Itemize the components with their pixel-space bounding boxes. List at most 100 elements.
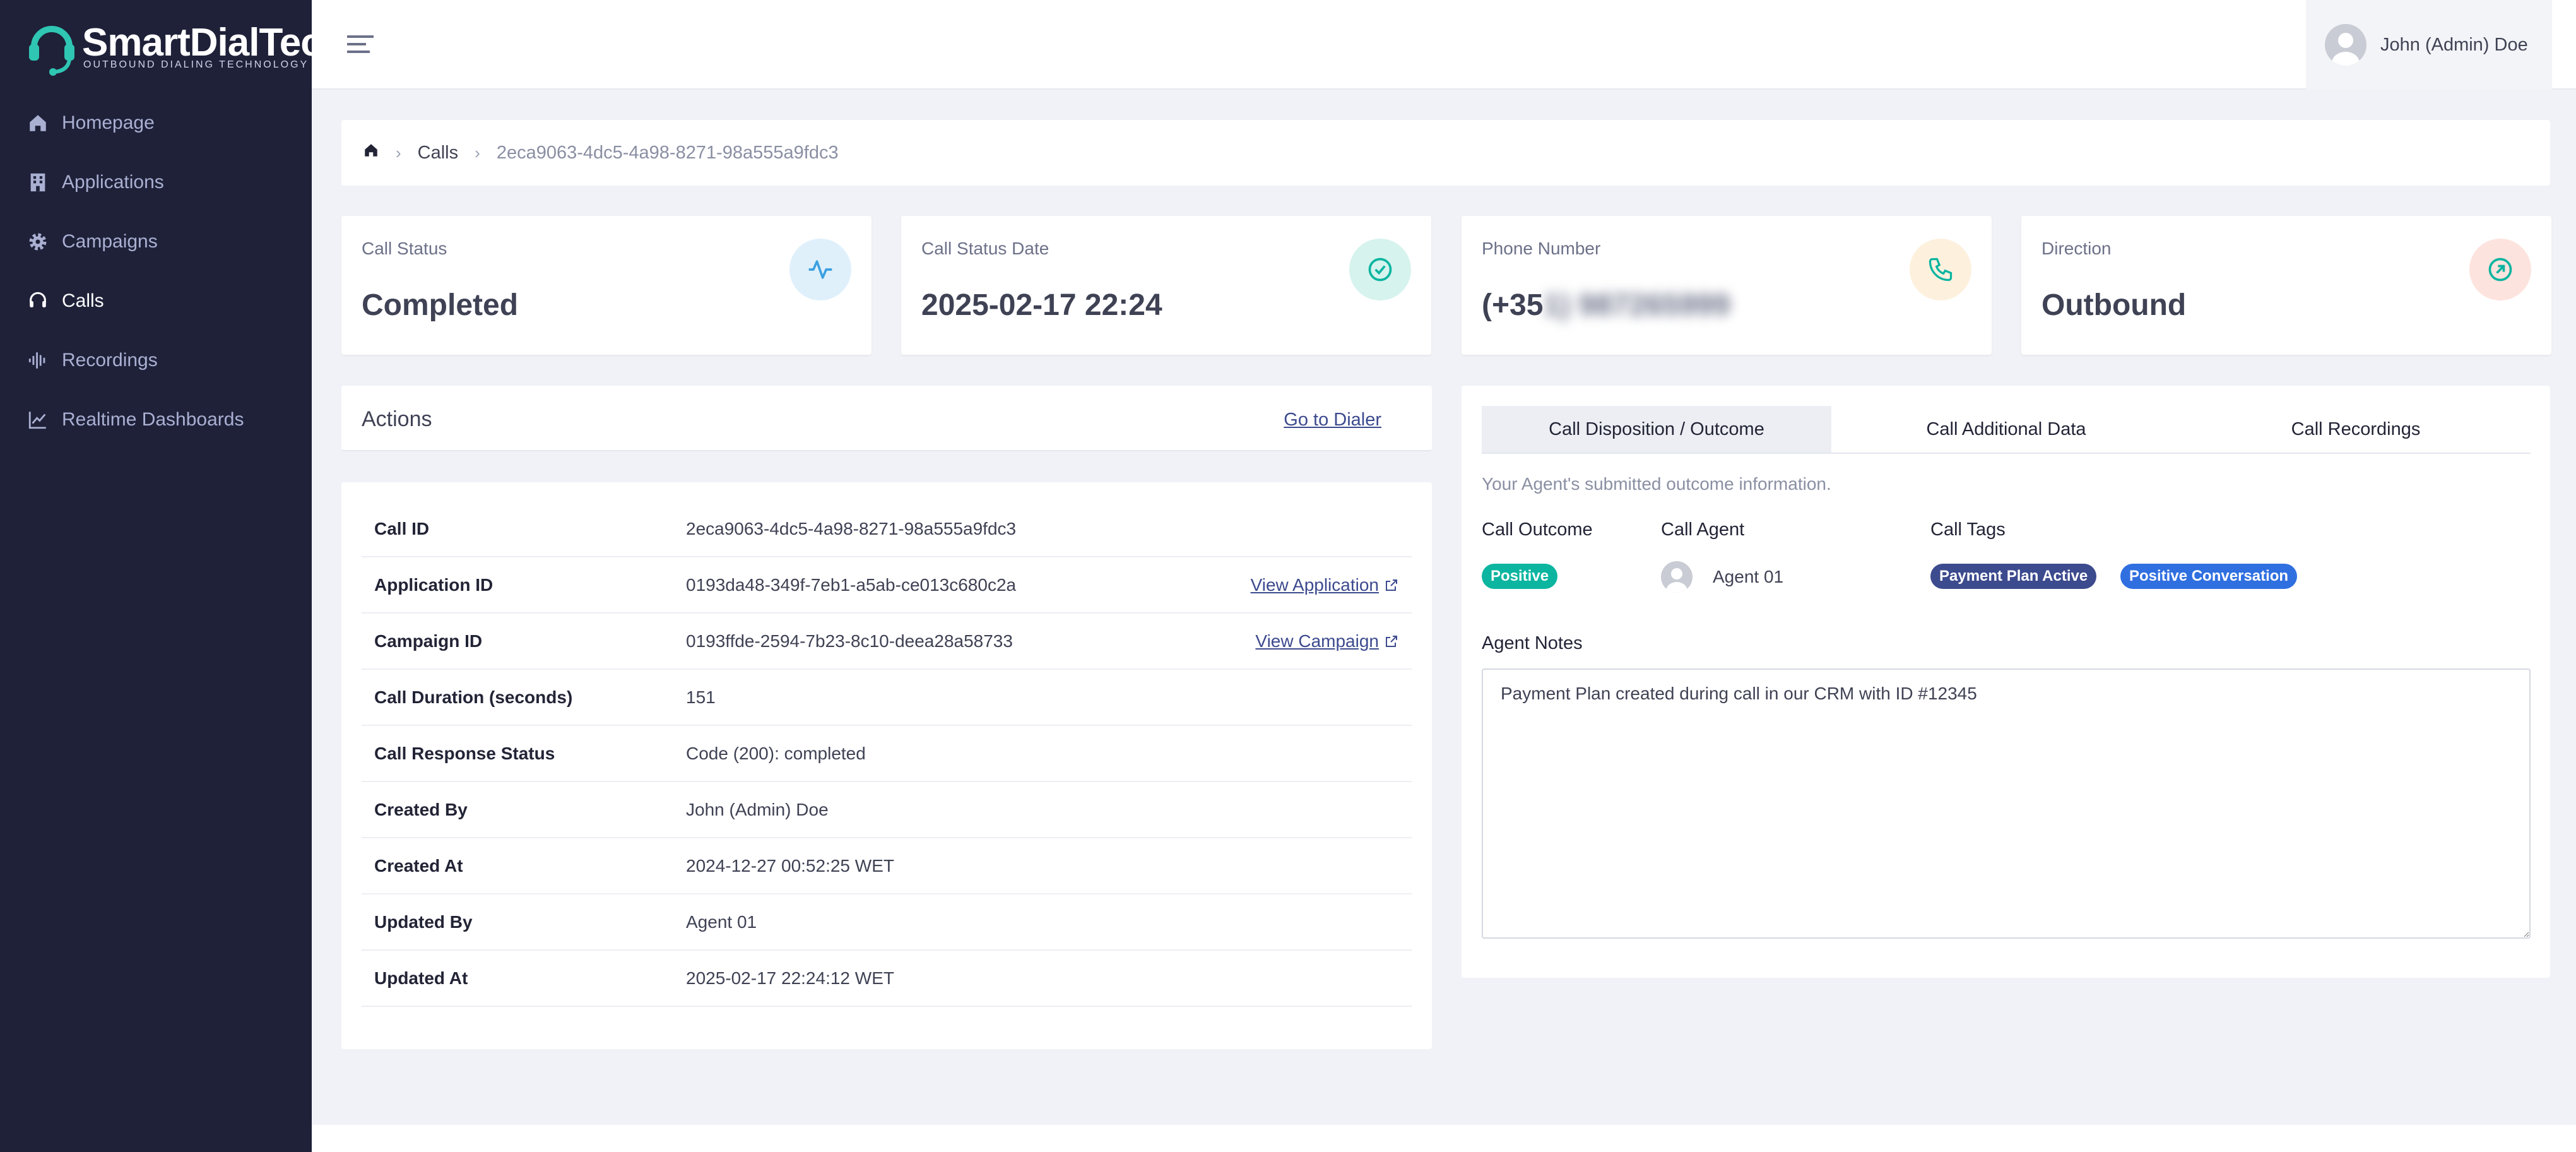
sidebar-item-campaigns[interactable]: Campaigns bbox=[0, 212, 312, 271]
detail-key: Updated By bbox=[374, 912, 473, 932]
outcome-badge: Positive bbox=[1482, 564, 1558, 589]
sidebar-item-homepage[interactable]: Homepage bbox=[0, 93, 312, 153]
sidebar-item-label: Realtime Dashboards bbox=[62, 409, 244, 430]
outcome-description: Your Agent's submitted outcome informati… bbox=[1482, 474, 1831, 494]
table-row: Application ID 0193da48-349f-7eb1-a5ab-c… bbox=[362, 557, 1412, 614]
stat-card-call-status-date: Call Status Date 2025-02-17 22:24 bbox=[901, 216, 1431, 355]
detail-value: 0193ffde-2594-7b23-8c10-deea28a58733 bbox=[686, 631, 1013, 651]
sidebar-item-label: Homepage bbox=[62, 112, 155, 133]
stat-value: Completed bbox=[362, 288, 519, 322]
stat-card-direction: Direction Outbound bbox=[2021, 216, 2551, 355]
chevron-right-icon: › bbox=[396, 143, 401, 162]
building-icon bbox=[27, 171, 49, 194]
link-label: View Campaign bbox=[1255, 631, 1379, 651]
view-campaign-link[interactable]: View Campaign bbox=[1255, 631, 1399, 651]
detail-key: Created At bbox=[374, 855, 463, 876]
go-to-dialer-link[interactable]: Go to Dialer bbox=[1284, 410, 1381, 431]
call-details-table: Call ID 2eca9063-4dc5-4a98-8271-98a555a9… bbox=[341, 482, 1432, 1049]
actions-card: Actions Go to Dialer bbox=[341, 386, 1432, 451]
phone-number-redacted: 1) 987265999 bbox=[1543, 288, 1730, 322]
agent-notes-label: Agent Notes bbox=[1482, 633, 1583, 653]
chevron-right-icon: › bbox=[475, 143, 480, 162]
stat-label: Call Status Date bbox=[921, 239, 1049, 258]
phone-number-visible: (+35 bbox=[1482, 288, 1544, 322]
headset-logo-icon bbox=[29, 26, 74, 76]
sidebar-item-recordings[interactable]: Recordings bbox=[0, 331, 312, 390]
home-icon bbox=[27, 112, 49, 134]
tag-badge: Payment Plan Active bbox=[1930, 564, 2097, 589]
detail-key: Campaign ID bbox=[374, 631, 483, 651]
detail-value: Code (200): completed bbox=[686, 743, 866, 763]
detail-value: 2025-02-17 22:24:12 WET bbox=[686, 968, 894, 988]
detail-value: 2eca9063-4dc5-4a98-8271-98a555a9fdc3 bbox=[686, 518, 1017, 538]
headset-icon bbox=[27, 290, 49, 312]
call-tags-header: Call Tags bbox=[1930, 520, 2006, 540]
footer bbox=[312, 1125, 2576, 1152]
external-link-icon bbox=[1386, 579, 1397, 591]
detail-key: Call ID bbox=[374, 518, 430, 538]
table-row: Campaign ID 0193ffde-2594-7b23-8c10-deea… bbox=[362, 614, 1412, 670]
stat-label: Phone Number bbox=[1482, 239, 1601, 258]
table-row: Call ID 2eca9063-4dc5-4a98-8271-98a555a9… bbox=[362, 501, 1412, 557]
pulse-icon bbox=[789, 239, 851, 300]
waveform-icon bbox=[27, 349, 49, 372]
external-link-icon bbox=[1386, 635, 1397, 647]
detail-key: Created By bbox=[374, 799, 468, 819]
tab-call-disposition[interactable]: Call Disposition / Outcome bbox=[1482, 406, 1831, 453]
actions-title: Actions bbox=[362, 407, 432, 431]
user-menu[interactable]: John (Admin) Doe bbox=[2306, 0, 2552, 90]
table-row: Call Response Status Code (200): complet… bbox=[362, 726, 1412, 782]
table-row: Updated By Agent 01 bbox=[362, 894, 1412, 951]
sidebar-item-label: Calls bbox=[62, 290, 104, 311]
avatar bbox=[1661, 561, 1693, 593]
sidebar-item-calls[interactable]: Calls bbox=[0, 271, 312, 331]
stat-card-phone-number: Phone Number (+351) 987265999 bbox=[1462, 216, 1992, 355]
table-row: Created By John (Admin) Doe bbox=[362, 782, 1412, 838]
chart-line-icon bbox=[27, 408, 49, 431]
top-bar: John (Admin) Doe bbox=[312, 0, 2576, 90]
brand-tagline: OUTBOUND DIALING TECHNOLOGY bbox=[83, 59, 309, 70]
brand-logo[interactable]: SmartDialTech OUTBOUND DIALING TECHNOLOG… bbox=[27, 19, 346, 76]
stat-label: Call Status bbox=[362, 239, 447, 258]
view-application-link[interactable]: View Application bbox=[1251, 575, 1399, 595]
detail-key: Call Response Status bbox=[374, 743, 555, 763]
call-agent-header: Call Agent bbox=[1661, 520, 1745, 540]
detail-key: Call Duration (seconds) bbox=[374, 687, 573, 707]
phone-icon bbox=[1910, 239, 1971, 300]
tab-call-recordings[interactable]: Call Recordings bbox=[2181, 406, 2531, 453]
detail-value: 0193da48-349f-7eb1-a5ab-ce013c680c2a bbox=[686, 574, 1017, 595]
sidebar-item-applications[interactable]: Applications bbox=[0, 153, 312, 212]
sidebar-item-label: Campaigns bbox=[62, 231, 158, 252]
table-row: Call Duration (seconds) 151 bbox=[362, 670, 1412, 726]
stat-value: Outbound bbox=[2041, 288, 2187, 322]
user-name: John (Admin) Doe bbox=[2380, 34, 2528, 55]
sidebar-item-label: Recordings bbox=[62, 350, 158, 371]
sidebar-item-label: Applications bbox=[62, 172, 164, 193]
stat-card-call-status: Call Status Completed bbox=[341, 216, 871, 355]
detail-value: 151 bbox=[686, 687, 716, 707]
avatar bbox=[2325, 24, 2366, 66]
stat-value: (+351) 987265999 bbox=[1482, 288, 1730, 323]
link-label: View Application bbox=[1250, 574, 1379, 595]
table-row: Updated At 2025-02-17 22:24:12 WET bbox=[362, 951, 1412, 1007]
breadcrumb: › Calls › 2eca9063-4dc5-4a98-8271-98a555… bbox=[341, 120, 2550, 186]
tag-badge: Positive Conversation bbox=[2120, 564, 2298, 589]
tab-call-additional-data[interactable]: Call Additional Data bbox=[1831, 406, 2181, 453]
detail-value: 2024-12-27 00:52:25 WET bbox=[686, 855, 894, 876]
stat-label: Direction bbox=[2041, 239, 2112, 258]
sidebar-item-realtime-dashboards[interactable]: Realtime Dashboards bbox=[0, 390, 312, 449]
call-agent: Agent 01 bbox=[1661, 561, 1783, 593]
outcome-tabs: Call Disposition / Outcome Call Addition… bbox=[1482, 406, 2531, 454]
sidebar-nav: Homepage Applications Campaigns Calls Re… bbox=[0, 93, 312, 449]
brand-name: SmartDialTech bbox=[82, 21, 346, 64]
home-icon[interactable] bbox=[363, 142, 379, 163]
agent-notes-textarea[interactable]: Payment Plan created during call in our … bbox=[1482, 668, 2531, 939]
menu-toggle-icon[interactable] bbox=[347, 33, 374, 56]
detail-key: Application ID bbox=[374, 574, 493, 595]
arrow-circle-icon bbox=[2469, 239, 2531, 300]
outcome-panel: Call Disposition / Outcome Call Addition… bbox=[1462, 386, 2550, 978]
detail-key: Updated At bbox=[374, 968, 468, 988]
breadcrumb-calls[interactable]: Calls bbox=[418, 143, 458, 163]
call-outcome-header: Call Outcome bbox=[1482, 520, 1593, 540]
table-row: Created At 2024-12-27 00:52:25 WET bbox=[362, 838, 1412, 894]
